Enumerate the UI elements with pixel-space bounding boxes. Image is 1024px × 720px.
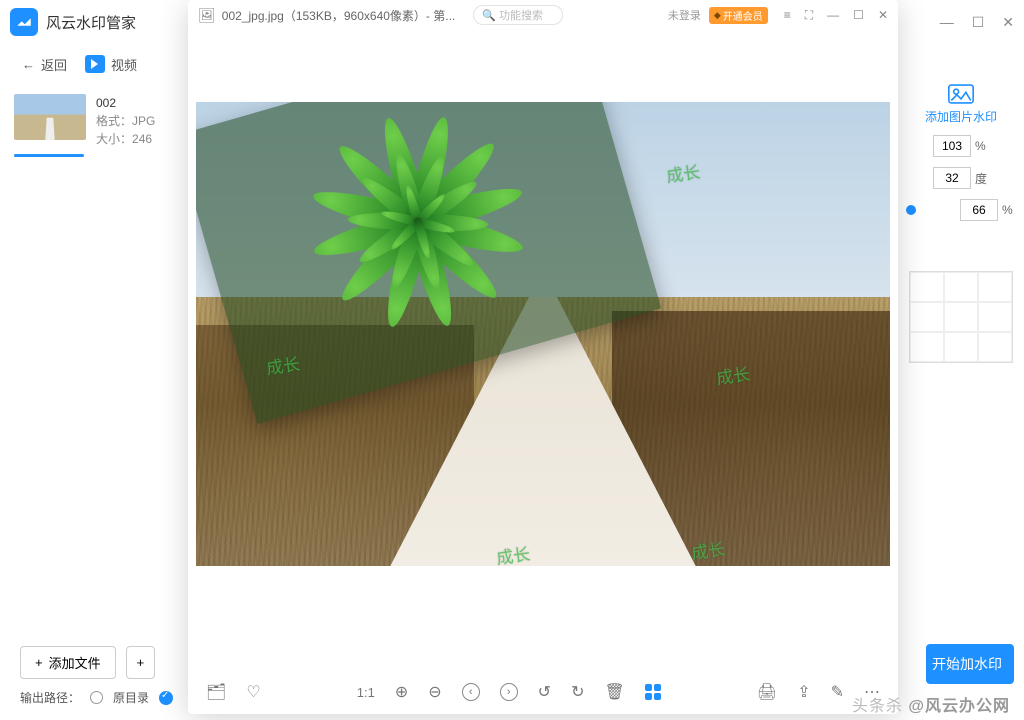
image-viewer-window: 🖼 002_jpg.jpg（153KB，960x640像素）- 第... 🔍 功… bbox=[188, 0, 898, 714]
add-image-watermark-label: 添加图片水印 bbox=[925, 108, 997, 125]
output-path-label: 输出路径： bbox=[20, 689, 80, 706]
position-grid[interactable] bbox=[909, 271, 1013, 363]
zoom-in-icon[interactable]: ⊕ bbox=[395, 682, 408, 702]
video-label: 视频 bbox=[111, 55, 137, 74]
favorite-icon[interactable]: ♡ bbox=[246, 682, 260, 702]
original-dir-label: 原目录 bbox=[113, 689, 149, 706]
search-icon: 🔍 bbox=[482, 9, 496, 22]
rotate-input[interactable] bbox=[933, 167, 971, 189]
watermark-text: 成长 bbox=[494, 540, 531, 566]
file-progress-bar bbox=[14, 154, 84, 157]
viewer-fullscreen-icon[interactable]: ⛶ bbox=[805, 8, 813, 23]
print-icon[interactable]: 🖨 bbox=[757, 682, 777, 702]
video-icon bbox=[85, 55, 105, 73]
watermark-text: 成长 bbox=[664, 158, 701, 187]
plus-icon: + bbox=[35, 655, 43, 670]
main-image-canvas[interactable]: 成长 成长 成长 成长 成长 bbox=[196, 102, 890, 566]
app-logo-icon bbox=[10, 8, 38, 36]
rotate-ccw-icon[interactable]: ↺ bbox=[538, 682, 551, 702]
back-label: 返回 bbox=[41, 55, 67, 74]
folder-icon[interactable]: 🗂 bbox=[206, 682, 226, 702]
image-file-icon: 🖼 bbox=[198, 7, 216, 24]
start-watermark-button[interactable]: 开始加水印 bbox=[926, 644, 1014, 684]
app-title: 风云水印管家 bbox=[46, 12, 136, 33]
add-more-button[interactable]: + bbox=[126, 646, 156, 679]
custom-dir-radio[interactable] bbox=[159, 691, 173, 705]
opacity-input[interactable] bbox=[960, 199, 998, 221]
share-icon[interactable]: ⇪ bbox=[797, 682, 810, 702]
back-arrow-icon: ← bbox=[22, 57, 35, 72]
vip-badge[interactable]: 开通会员 bbox=[709, 7, 768, 24]
login-status[interactable]: 未登录 bbox=[668, 7, 701, 23]
file-thumbnail bbox=[14, 94, 86, 140]
viewer-title: 002_jpg.jpg（153KB，960x640像素）- 第... bbox=[222, 7, 455, 24]
video-tab[interactable]: 视频 bbox=[85, 55, 137, 74]
watermark-text: 成长 bbox=[264, 350, 301, 379]
add-image-watermark-button[interactable]: 添加图片水印 bbox=[925, 84, 997, 125]
app-minimize-icon[interactable]: — bbox=[940, 14, 954, 31]
actual-size-button[interactable]: 1:1 bbox=[357, 685, 375, 700]
next-image-icon[interactable]: › bbox=[500, 683, 518, 701]
edit-icon[interactable]: ✎ bbox=[831, 682, 844, 702]
file-list-item[interactable]: 002 格式：JPG 大小：246 bbox=[14, 94, 166, 148]
watermark-text: 成长 bbox=[689, 535, 726, 564]
add-file-button[interactable]: + 添加文件 bbox=[20, 646, 116, 679]
add-file-label: 添加文件 bbox=[49, 653, 101, 672]
viewer-minimize-icon[interactable]: — bbox=[827, 8, 839, 23]
rotate-cw-icon[interactable]: ↻ bbox=[571, 682, 584, 702]
scale-input[interactable] bbox=[933, 135, 971, 157]
opacity-slider-handle[interactable] bbox=[906, 205, 916, 215]
file-name: 002 bbox=[96, 94, 155, 112]
grid-view-icon[interactable] bbox=[645, 684, 661, 700]
source-credit: 头条杀 @风云办公网 bbox=[852, 692, 1010, 716]
app-close-icon[interactable]: ✕ bbox=[1002, 14, 1014, 31]
delete-icon[interactable]: 🗑 bbox=[604, 682, 624, 702]
app-maximize-icon[interactable]: ☐ bbox=[972, 14, 985, 31]
back-button[interactable]: ← 返回 bbox=[22, 55, 67, 74]
viewer-menu-icon[interactable]: ≡ bbox=[784, 8, 791, 23]
original-dir-radio[interactable] bbox=[90, 691, 103, 704]
prev-image-icon[interactable]: ‹ bbox=[462, 683, 480, 701]
watermark-text: 成长 bbox=[714, 360, 751, 389]
viewer-close-icon[interactable]: ✕ bbox=[878, 8, 888, 23]
feature-search-input[interactable]: 🔍 功能搜索 bbox=[473, 5, 563, 25]
viewer-maximize-icon[interactable]: ☐ bbox=[853, 8, 864, 23]
zoom-out-icon[interactable]: ⊖ bbox=[428, 682, 441, 702]
